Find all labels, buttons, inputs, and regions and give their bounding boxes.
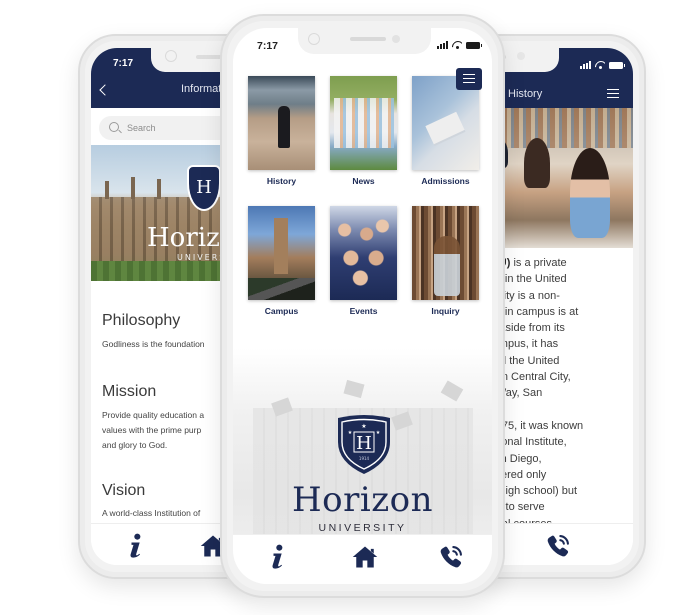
hamburger-icon[interactable] xyxy=(607,89,619,98)
spire xyxy=(157,179,161,199)
svg-text:★: ★ xyxy=(361,423,366,430)
tower xyxy=(274,218,288,274)
tile-campus[interactable]: Campus xyxy=(248,206,315,316)
soccer-team-photo xyxy=(330,76,397,170)
tile-label: Inquiry xyxy=(431,306,460,316)
nav-info-button[interactable] xyxy=(263,543,291,571)
info-icon xyxy=(272,544,283,569)
tile-admissions[interactable]: Admissions xyxy=(412,76,479,186)
team-players xyxy=(334,98,394,148)
spire xyxy=(131,177,135,199)
menu-button[interactable] xyxy=(456,68,482,90)
status-icons xyxy=(580,61,625,69)
tile-inquiry[interactable]: Inquiry xyxy=(412,206,479,316)
student xyxy=(524,138,550,188)
battery-icon xyxy=(609,62,625,69)
tile-history[interactable]: History xyxy=(248,76,315,186)
tile-label: News xyxy=(352,176,375,186)
chevron-left-icon[interactable] xyxy=(99,84,111,96)
nav-contact-button[interactable] xyxy=(437,543,465,571)
phone-icon xyxy=(440,546,462,568)
shield-letter: H xyxy=(196,177,212,198)
student-faces xyxy=(332,214,395,294)
svg-text:★: ★ xyxy=(348,430,353,436)
student-with-books-photo xyxy=(412,76,479,170)
camera-icon xyxy=(308,33,320,45)
graduate-walking-photo xyxy=(248,76,315,170)
nav-home-button[interactable] xyxy=(351,543,379,571)
phone-icon xyxy=(547,535,569,557)
speaker-grille xyxy=(350,37,386,41)
student xyxy=(570,148,610,238)
nav-contact-button[interactable] xyxy=(544,532,572,560)
vision-heading: Vision xyxy=(102,482,146,499)
hamburger-icon xyxy=(463,74,475,83)
tile-events[interactable]: Events xyxy=(330,206,397,316)
status-time: 7:17 xyxy=(113,58,134,69)
road xyxy=(248,278,315,300)
campus-hero-image: H Horizon UNIVERSITY xyxy=(91,145,241,281)
student-figure xyxy=(434,236,460,296)
sensor-dot xyxy=(392,35,400,43)
shield-logo-icon: ★ ★ ★ H 1914 xyxy=(338,415,390,474)
nav-info-button[interactable] xyxy=(121,532,149,560)
home-icon xyxy=(352,546,378,568)
header-title: History xyxy=(508,88,543,100)
signal-icon xyxy=(580,61,591,69)
signal-icon xyxy=(437,41,448,49)
cathedral-campus-photo xyxy=(248,206,315,300)
tile-label: History xyxy=(266,176,297,186)
tile-label: Events xyxy=(349,306,378,316)
graduate-figure xyxy=(278,106,290,148)
shield-letter: H xyxy=(356,433,372,454)
wifi-icon xyxy=(452,41,462,49)
student-group-selfie-photo xyxy=(330,206,397,300)
info-icon xyxy=(130,533,141,558)
library-shelves-photo xyxy=(412,206,479,300)
search-icon xyxy=(109,122,119,132)
svg-text:★: ★ xyxy=(376,430,381,436)
shield-year: 1914 xyxy=(359,456,370,461)
mission-heading: Mission xyxy=(102,383,157,400)
lawn xyxy=(91,261,241,281)
bottom-nav xyxy=(233,534,492,584)
home-screen: 7:17 History News Admissions Campus Even… xyxy=(233,28,492,584)
status-time: 7:17 xyxy=(257,40,279,52)
tile-news[interactable]: News xyxy=(330,76,397,186)
camera-icon xyxy=(517,52,525,60)
logo-wordmark: Horizon xyxy=(291,480,434,520)
menu-tile-grid: History News Admissions Campus Events In… xyxy=(248,76,482,316)
phone-mockup-center: 7:17 History News Admissions Campus Even… xyxy=(220,14,505,598)
phone-notch xyxy=(298,28,431,54)
books xyxy=(425,111,465,145)
grad-cap xyxy=(440,380,464,402)
wifi-icon xyxy=(595,61,605,69)
grad-cap xyxy=(343,379,365,399)
spire xyxy=(105,181,109,199)
battery-icon xyxy=(466,42,482,49)
tile-label: Campus xyxy=(264,306,299,316)
status-icons xyxy=(437,41,482,49)
philosophy-heading: Philosophy xyxy=(102,312,181,329)
tile-label: Admissions xyxy=(421,176,470,186)
logo-subtitle: UNIVERSITY xyxy=(318,522,407,534)
camera-icon xyxy=(165,50,177,62)
